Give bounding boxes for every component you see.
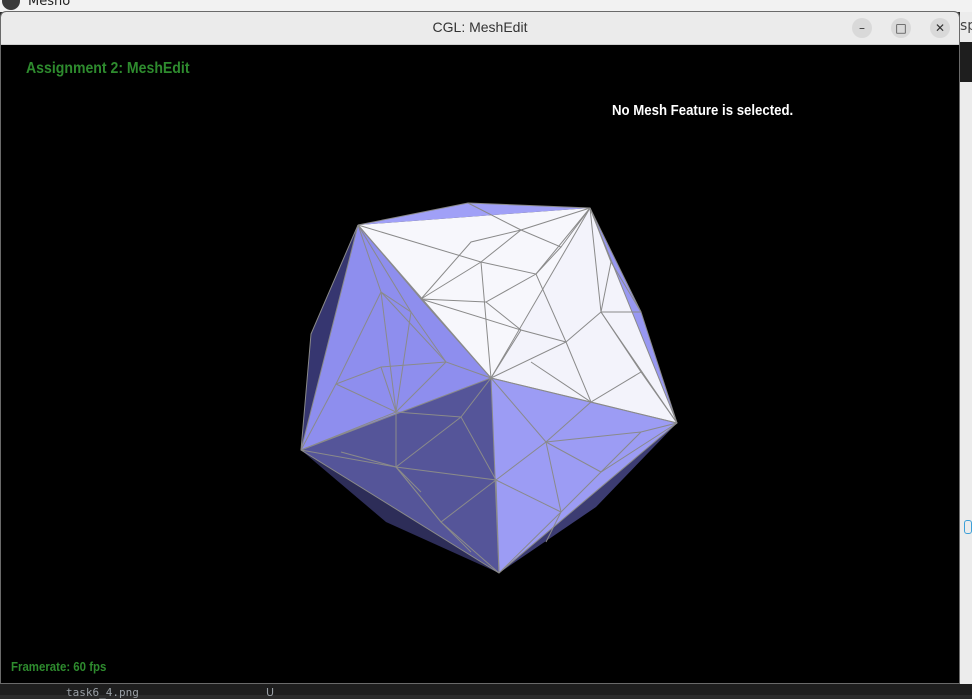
background-window-text: sp <box>960 18 972 34</box>
mesh-canvas[interactable] <box>1 45 959 684</box>
app-menu-icon[interactable] <box>2 0 20 10</box>
framerate-readout: Framerate: 60 fps <box>11 659 107 674</box>
background-window-tab <box>960 42 972 82</box>
window-titlebar[interactable]: CGL: MeshEdit – □ ✕ <box>1 12 959 45</box>
background-file-status: U <box>266 686 275 699</box>
render-viewport[interactable]: Assignment 2: MeshEdit No Mesh Feature i… <box>1 45 959 684</box>
background-file-list[interactable]: task6_4.png U <box>0 684 972 699</box>
window-title: CGL: MeshEdit <box>432 19 528 35</box>
maximize-button[interactable]: □ <box>891 18 911 38</box>
background-file-item[interactable]: task6_4.png <box>66 686 139 699</box>
selection-status: No Mesh Feature is selected. <box>612 102 794 119</box>
close-button[interactable]: ✕ <box>930 18 950 38</box>
minimize-button[interactable]: – <box>852 18 872 38</box>
background-scroll-indicator <box>964 520 972 534</box>
app-menu-label[interactable]: Mesho <box>28 0 70 9</box>
meshedit-window: CGL: MeshEdit – □ ✕ Assignment 2: MeshEd… <box>0 11 960 684</box>
app-title: Assignment 2: MeshEdit <box>26 60 190 77</box>
background-editor-window[interactable]: sp <box>960 12 972 695</box>
